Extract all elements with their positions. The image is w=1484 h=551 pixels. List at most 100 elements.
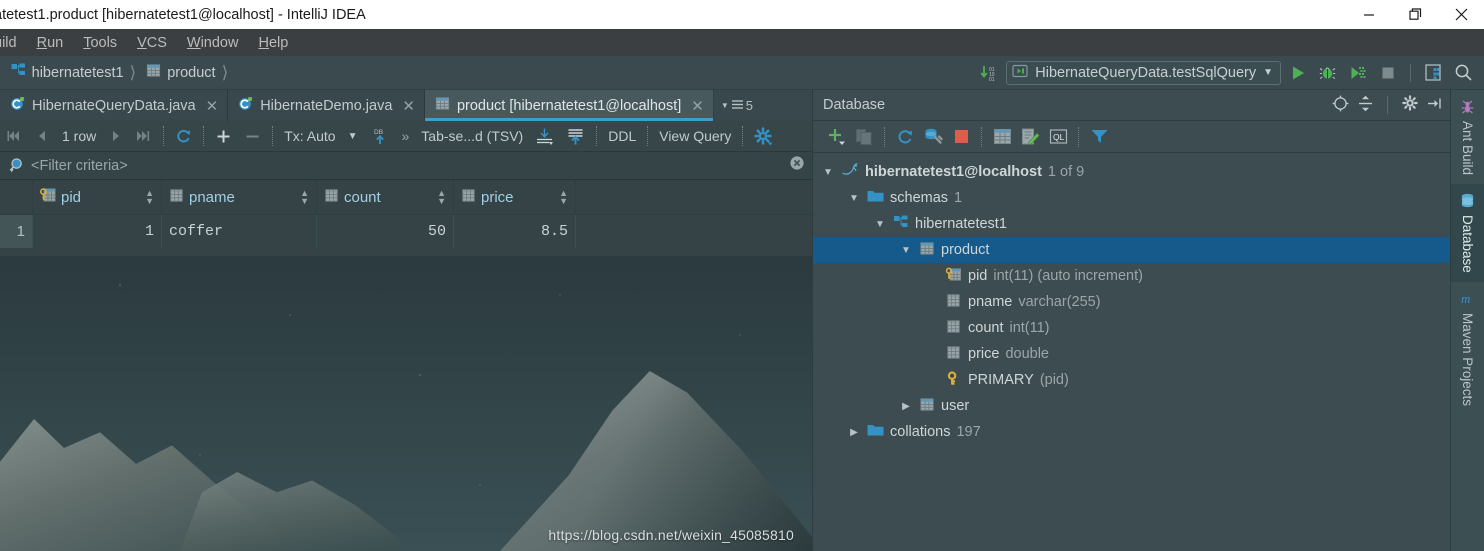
tool-window-button-database[interactable]: Database: [1450, 184, 1484, 282]
chevron-down-icon[interactable]: ▼: [899, 245, 913, 256]
filter-input[interactable]: <Filter criteria>: [27, 158, 128, 174]
tree-node-datasource[interactable]: ▼ hibernatetest1@localhost 1 of 9: [813, 159, 1450, 185]
run-icon[interactable]: [1285, 60, 1311, 86]
submit-to-database-icon[interactable]: DB: [364, 124, 396, 148]
chevron-down-icon[interactable]: ▼: [821, 167, 835, 178]
transaction-mode-label[interactable]: Tx: Auto: [278, 128, 341, 144]
select-all-corner[interactable]: [0, 180, 33, 214]
sort-indicator-icon[interactable]: ▲ ▼: [559, 189, 568, 206]
chevron-right-icon[interactable]: ▶: [899, 401, 913, 412]
menu-vcs[interactable]: VCS: [127, 32, 177, 54]
sort-indicator-icon[interactable]: ▲ ▼: [145, 189, 154, 206]
update-running-application-icon[interactable]: 01 10 01: [976, 60, 1002, 86]
sort-indicator-icon[interactable]: ▲ ▼: [300, 189, 309, 206]
tree-node-key-primary[interactable]: ▶ PRIMARY (pid): [813, 367, 1450, 393]
desktop-wallpaper: https://blog.csdn.net/weixin_45085810: [0, 255, 812, 551]
column-header-pid[interactable]: pid ▲ ▼: [33, 180, 162, 214]
run-configuration-selector[interactable]: HibernateQueryData.testSqlQuery ▼: [1006, 60, 1281, 85]
tree-node-column-price[interactable]: ▶ price double: [813, 341, 1450, 367]
settings-gear-icon[interactable]: [748, 124, 779, 148]
menu-tools[interactable]: Tools: [73, 32, 127, 54]
tree-node-column-pname[interactable]: ▶ pname varchar(255): [813, 289, 1450, 315]
restore-icon[interactable]: [1392, 0, 1438, 29]
clear-filter-icon[interactable]: [789, 155, 805, 176]
cell-price[interactable]: 8.5: [454, 215, 576, 248]
tab-overflow-count: 5: [745, 98, 753, 113]
tree-node-table-product[interactable]: ▼ product: [813, 237, 1450, 263]
menu-window[interactable]: Window: [177, 32, 249, 54]
debug-icon[interactable]: [1315, 60, 1341, 86]
next-row-button[interactable]: [102, 124, 129, 148]
add-icon[interactable]: [823, 124, 849, 150]
import-data-icon[interactable]: [560, 124, 591, 148]
tree-node-column-count[interactable]: ▶ count int(11): [813, 315, 1450, 341]
chevron-down-icon[interactable]: ▼: [1263, 67, 1273, 78]
stop-icon[interactable]: [948, 124, 974, 150]
breadcrumb-item-table[interactable]: product: [138, 61, 219, 84]
editor-tab-product[interactable]: product [hibernatetest1@localhost] ✕: [424, 90, 714, 121]
sql-console-icon[interactable]: QL: [1045, 124, 1071, 150]
previous-row-button[interactable]: [29, 124, 56, 148]
delete-row-icon[interactable]: [238, 124, 267, 148]
jump-to-table-icon[interactable]: [989, 124, 1015, 150]
scroll-from-source-icon[interactable]: [1332, 95, 1349, 116]
cell-pname[interactable]: coffer: [162, 215, 317, 248]
chevron-down-icon[interactable]: ▼: [847, 193, 861, 204]
reload-page-icon[interactable]: [169, 124, 198, 148]
tree-node-schema-hibernatetest1[interactable]: ▼ hibernatetest1: [813, 211, 1450, 237]
cell-count[interactable]: 50: [317, 215, 454, 248]
datasource-properties-icon[interactable]: [920, 124, 946, 150]
folder-icon: [867, 189, 884, 207]
minimize-icon[interactable]: [1346, 0, 1392, 29]
last-row-button[interactable]: [129, 124, 158, 148]
close-icon[interactable]: ✕: [206, 97, 219, 115]
menu-help[interactable]: Help: [248, 32, 298, 54]
breadcrumb-item-schema[interactable]: hibernatetest1: [3, 61, 128, 84]
cell-pid[interactable]: 1: [33, 215, 162, 248]
tree-node-column-pid[interactable]: ▶ pid int(11) (auto increment): [813, 263, 1450, 289]
view-query-button[interactable]: View Query: [653, 128, 737, 144]
expand-toolbar-icon[interactable]: »: [396, 124, 416, 148]
export-data-icon[interactable]: [529, 124, 560, 148]
close-icon[interactable]: ✕: [691, 97, 704, 115]
settings-gear-icon[interactable]: [1402, 95, 1418, 115]
menu-run[interactable]: Run: [27, 32, 74, 54]
run-with-coverage-icon[interactable]: [1345, 60, 1371, 86]
first-row-button[interactable]: [0, 124, 29, 148]
chevron-right-icon[interactable]: ▶: [847, 427, 861, 438]
sort-indicator-icon[interactable]: ▲ ▼: [437, 189, 446, 206]
layout-icon[interactable]: [1420, 60, 1446, 86]
tree-node-schemas[interactable]: ▼ schemas 1: [813, 185, 1450, 211]
menu-build[interactable]: uild: [0, 32, 27, 54]
refresh-icon[interactable]: [892, 124, 918, 150]
filter-bar[interactable]: <Filter criteria>: [0, 152, 812, 180]
tool-window-button-ant-build[interactable]: Ant Build: [1451, 90, 1484, 184]
collapse-all-icon[interactable]: [1358, 95, 1373, 116]
column-header-price[interactable]: price ▲ ▼: [454, 180, 576, 214]
ddl-button[interactable]: DDL: [602, 128, 642, 144]
add-row-icon[interactable]: [209, 124, 238, 148]
hide-icon[interactable]: [1427, 96, 1442, 115]
column-icon: [461, 188, 476, 207]
editor-tab-hibernatedemo[interactable]: HibernateDemo.java ✕: [228, 90, 425, 121]
editor-tab-hibernatequerydata[interactable]: HibernateQueryData.java ✕: [0, 90, 229, 121]
tree-node-table-user[interactable]: ▶ user: [813, 393, 1450, 419]
search-icon[interactable]: [1450, 60, 1476, 86]
column-header-pname[interactable]: pname ▲ ▼: [162, 180, 317, 214]
tab-list-button[interactable]: ▼ 5: [714, 90, 760, 121]
filter-icon[interactable]: [1086, 124, 1112, 150]
table-row[interactable]: 1 1 coffer 50 8.5: [0, 215, 812, 248]
chevron-down-icon[interactable]: ▼: [342, 124, 364, 148]
modify-table-icon[interactable]: [1017, 124, 1043, 150]
output-format-label[interactable]: Tab-se...d (TSV): [415, 128, 529, 144]
chevron-down-icon[interactable]: ▼: [873, 219, 887, 230]
column-header-count[interactable]: count ▲ ▼: [317, 180, 454, 214]
filter-search-icon[interactable]: [0, 156, 27, 175]
column-header-label: price: [481, 188, 514, 206]
close-icon[interactable]: [1438, 0, 1484, 29]
tree-node-collations[interactable]: ▶ collations 197: [813, 419, 1450, 445]
close-icon[interactable]: ✕: [402, 97, 415, 115]
tool-window-button-maven-projects[interactable]: m Maven Projects: [1451, 282, 1484, 415]
copy-icon[interactable]: [851, 124, 877, 150]
stop-icon[interactable]: [1375, 60, 1401, 86]
